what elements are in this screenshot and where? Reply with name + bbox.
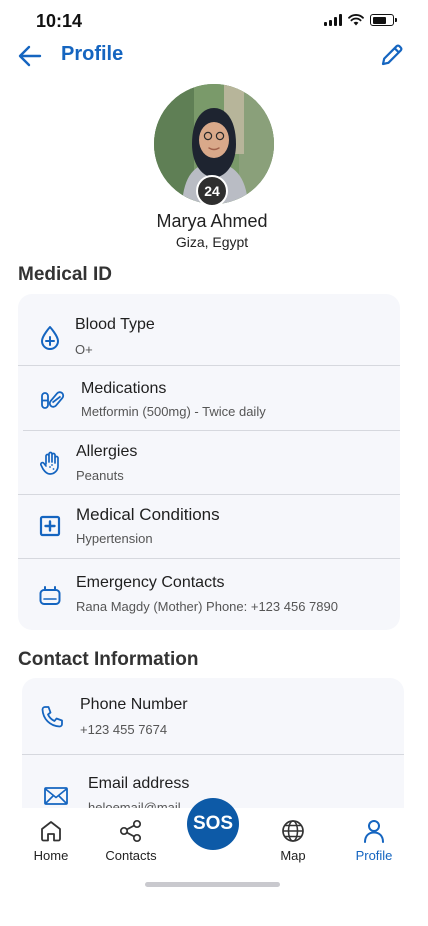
- medical-id-card: Blood Type O+ Medications Metformin (500…: [18, 294, 400, 630]
- profile-name: Marya Ahmed: [156, 211, 268, 231]
- contact-item-phone[interactable]: Phone Number +123 455 7674: [22, 678, 404, 754]
- medical-cross-icon: [39, 515, 61, 537]
- contact-item-label: Phone Number: [80, 696, 188, 713]
- blood-drop-icon: [41, 326, 59, 350]
- sos-button[interactable]: SOS: [187, 798, 239, 850]
- contact-item-label: Email address: [88, 775, 190, 792]
- share-icon: [119, 819, 142, 843]
- avatar-container: 24: [154, 84, 274, 207]
- medical-item-label: Emergency Contacts: [76, 574, 225, 591]
- nav-label: Home: [33, 848, 69, 863]
- medical-item-value: Hypertension: [76, 531, 153, 546]
- home-icon: [41, 821, 61, 842]
- status-icons: [324, 14, 397, 26]
- medical-id-heading: Medical ID: [18, 264, 112, 285]
- contact-item-value: heloemail@mail: [88, 800, 181, 808]
- nav-contacts[interactable]: Contacts: [91, 818, 171, 863]
- medical-item-value: O+: [75, 342, 93, 357]
- contact-info-card: Phone Number +123 455 7674 Email address…: [22, 678, 404, 808]
- nav-label: Contacts: [105, 848, 157, 863]
- nav-map[interactable]: Map: [253, 818, 333, 863]
- mail-icon: [44, 787, 68, 805]
- nav-home[interactable]: Home: [11, 818, 91, 863]
- medical-item-label: Medications: [81, 380, 167, 397]
- medical-item-conditions[interactable]: Medical Conditions Hypertension: [18, 495, 400, 558]
- phone-icon: [41, 706, 63, 728]
- medical-item-medications[interactable]: Medications Metformin (500mg) - Twice da…: [18, 366, 400, 430]
- battery-icon: [370, 14, 397, 26]
- cellular-signal-icon: [324, 14, 342, 26]
- contact-info-heading: Contact Information: [18, 649, 199, 670]
- status-time: 10:14: [36, 11, 83, 31]
- page-title: Profile: [61, 43, 124, 65]
- contact-item-value: +123 455 7674: [80, 722, 168, 737]
- wifi-icon: [348, 14, 364, 26]
- nav-profile[interactable]: Profile: [334, 818, 414, 863]
- age-badge: 24: [196, 175, 228, 207]
- nav-label: Profile: [355, 848, 393, 863]
- medical-item-label: Blood Type: [75, 316, 155, 333]
- back-arrow-icon[interactable]: [16, 42, 44, 70]
- profile-location: Giza, Egypt: [175, 234, 249, 250]
- nav-label: Map: [280, 848, 306, 863]
- medical-item-value: Metformin (500mg) - Twice daily: [81, 404, 266, 419]
- medical-item-allergies[interactable]: Allergies Peanuts: [18, 431, 400, 494]
- contact-icon: [39, 586, 61, 605]
- medical-item-emergency-contacts[interactable]: Emergency Contacts Rana Magdy (Mother) P…: [18, 559, 400, 630]
- medical-item-value: Rana Magdy (Mother) Phone: +123 456 7890: [76, 599, 338, 614]
- medical-item-label: Medical Conditions: [76, 505, 220, 524]
- globe-icon: [282, 820, 304, 842]
- medical-item-blood-type[interactable]: Blood Type O+: [18, 294, 400, 365]
- medical-item-label: Allergies: [76, 443, 138, 460]
- user-icon: [364, 820, 384, 843]
- medical-item-value: Peanuts: [76, 468, 124, 483]
- bottom-navigation: Home Contacts SOS Map Profile: [0, 798, 428, 926]
- pill-icon: [41, 391, 65, 409]
- pencil-icon[interactable]: [378, 41, 406, 69]
- hand-icon: [40, 451, 59, 475]
- header: Profile: [0, 36, 428, 76]
- home-indicator: [145, 882, 280, 887]
